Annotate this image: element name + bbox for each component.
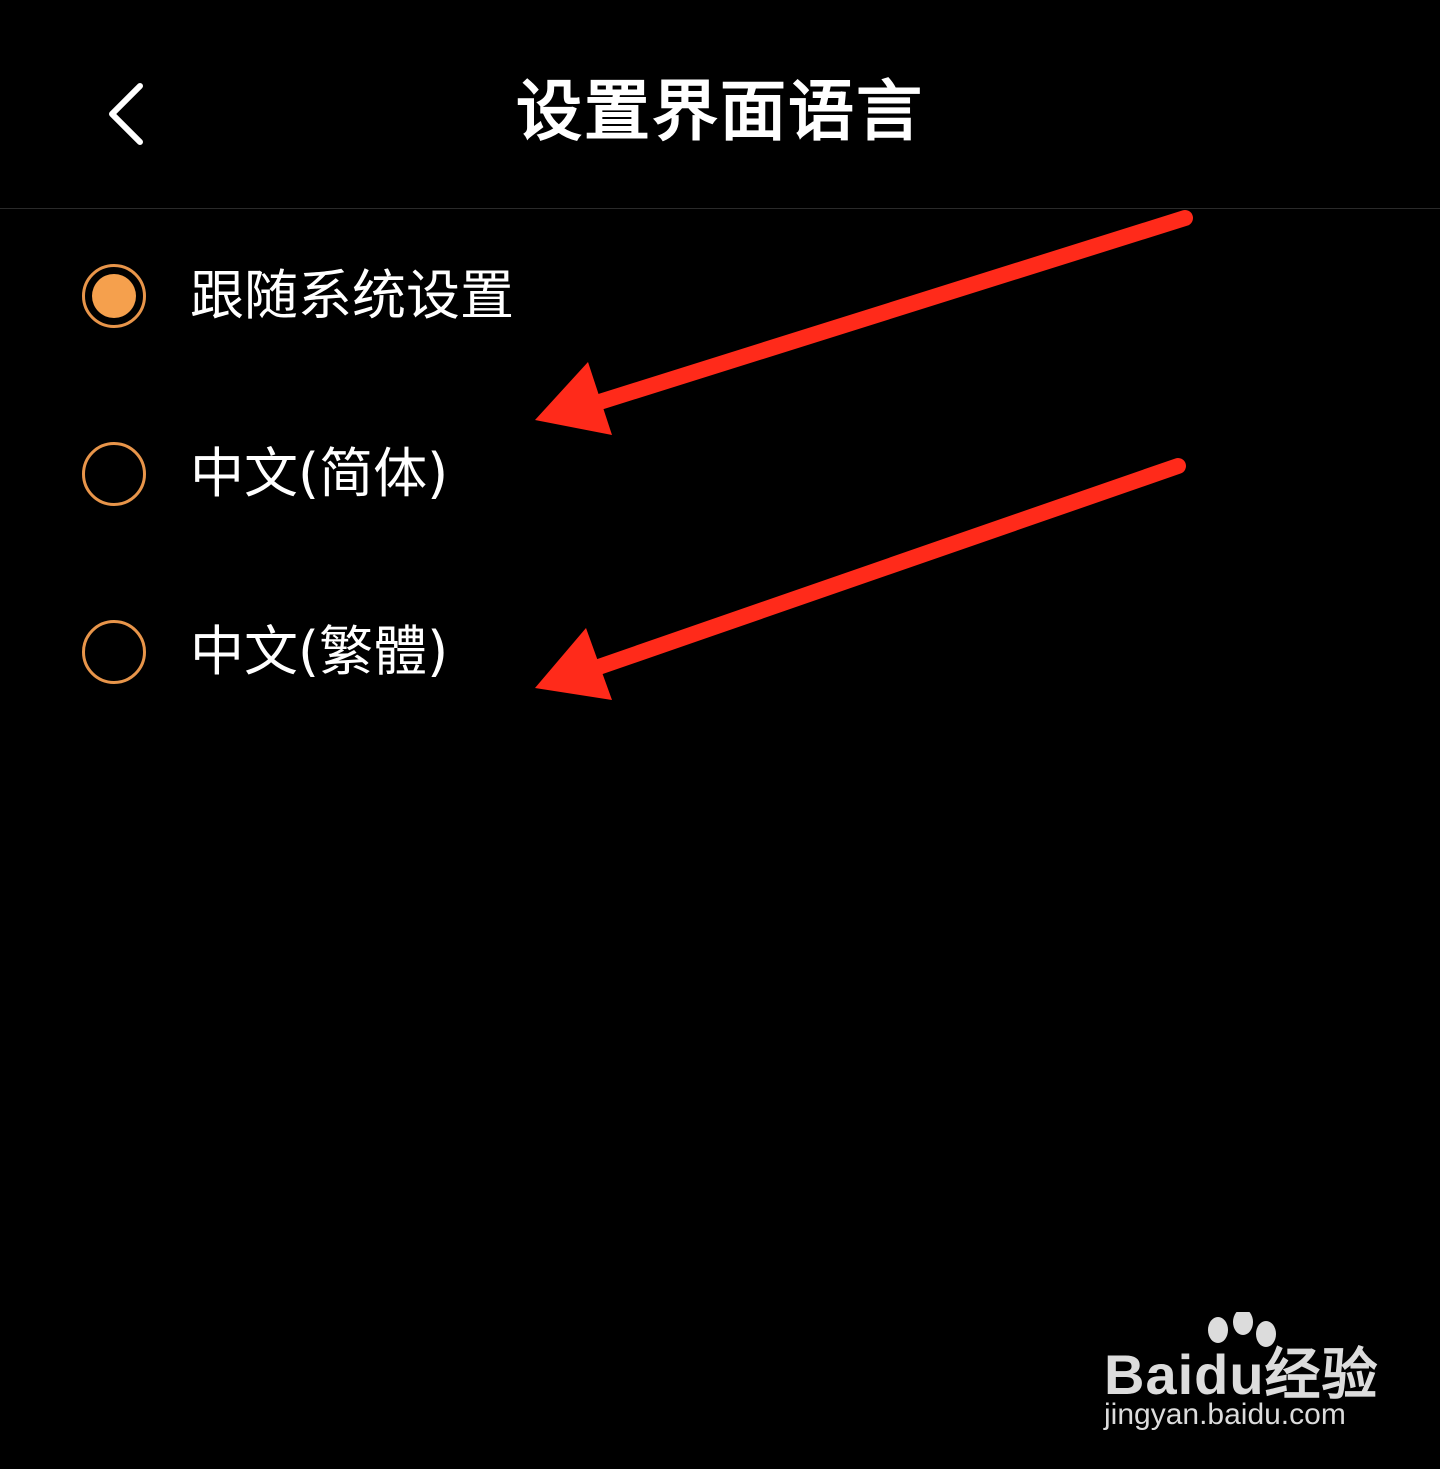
language-option-follow-system[interactable]: 跟随系统设置 [70, 238, 970, 358]
watermark: Baidu经验 jingyan.baidu.com [1100, 1312, 1400, 1442]
radio-unchecked-icon[interactable] [82, 442, 146, 506]
page-title: 设置界面语言 [516, 73, 924, 150]
top-bar: 设置界面语言 [0, 0, 1440, 209]
language-option-label: 跟随系统设置 [190, 264, 514, 327]
language-option-simplified-chinese[interactable]: 中文(简体) [70, 416, 970, 536]
language-option-traditional-chinese[interactable]: 中文(繁體) [70, 594, 970, 714]
language-option-label: 中文(简体) [190, 442, 449, 505]
language-option-label: 中文(繁體) [190, 620, 449, 683]
watermark-url: jingyan.baidu.com [1104, 1398, 1346, 1431]
annotation-arrows [535, 210, 1193, 700]
radio-checked-icon[interactable] [82, 264, 146, 328]
radio-unchecked-icon[interactable] [82, 620, 146, 684]
